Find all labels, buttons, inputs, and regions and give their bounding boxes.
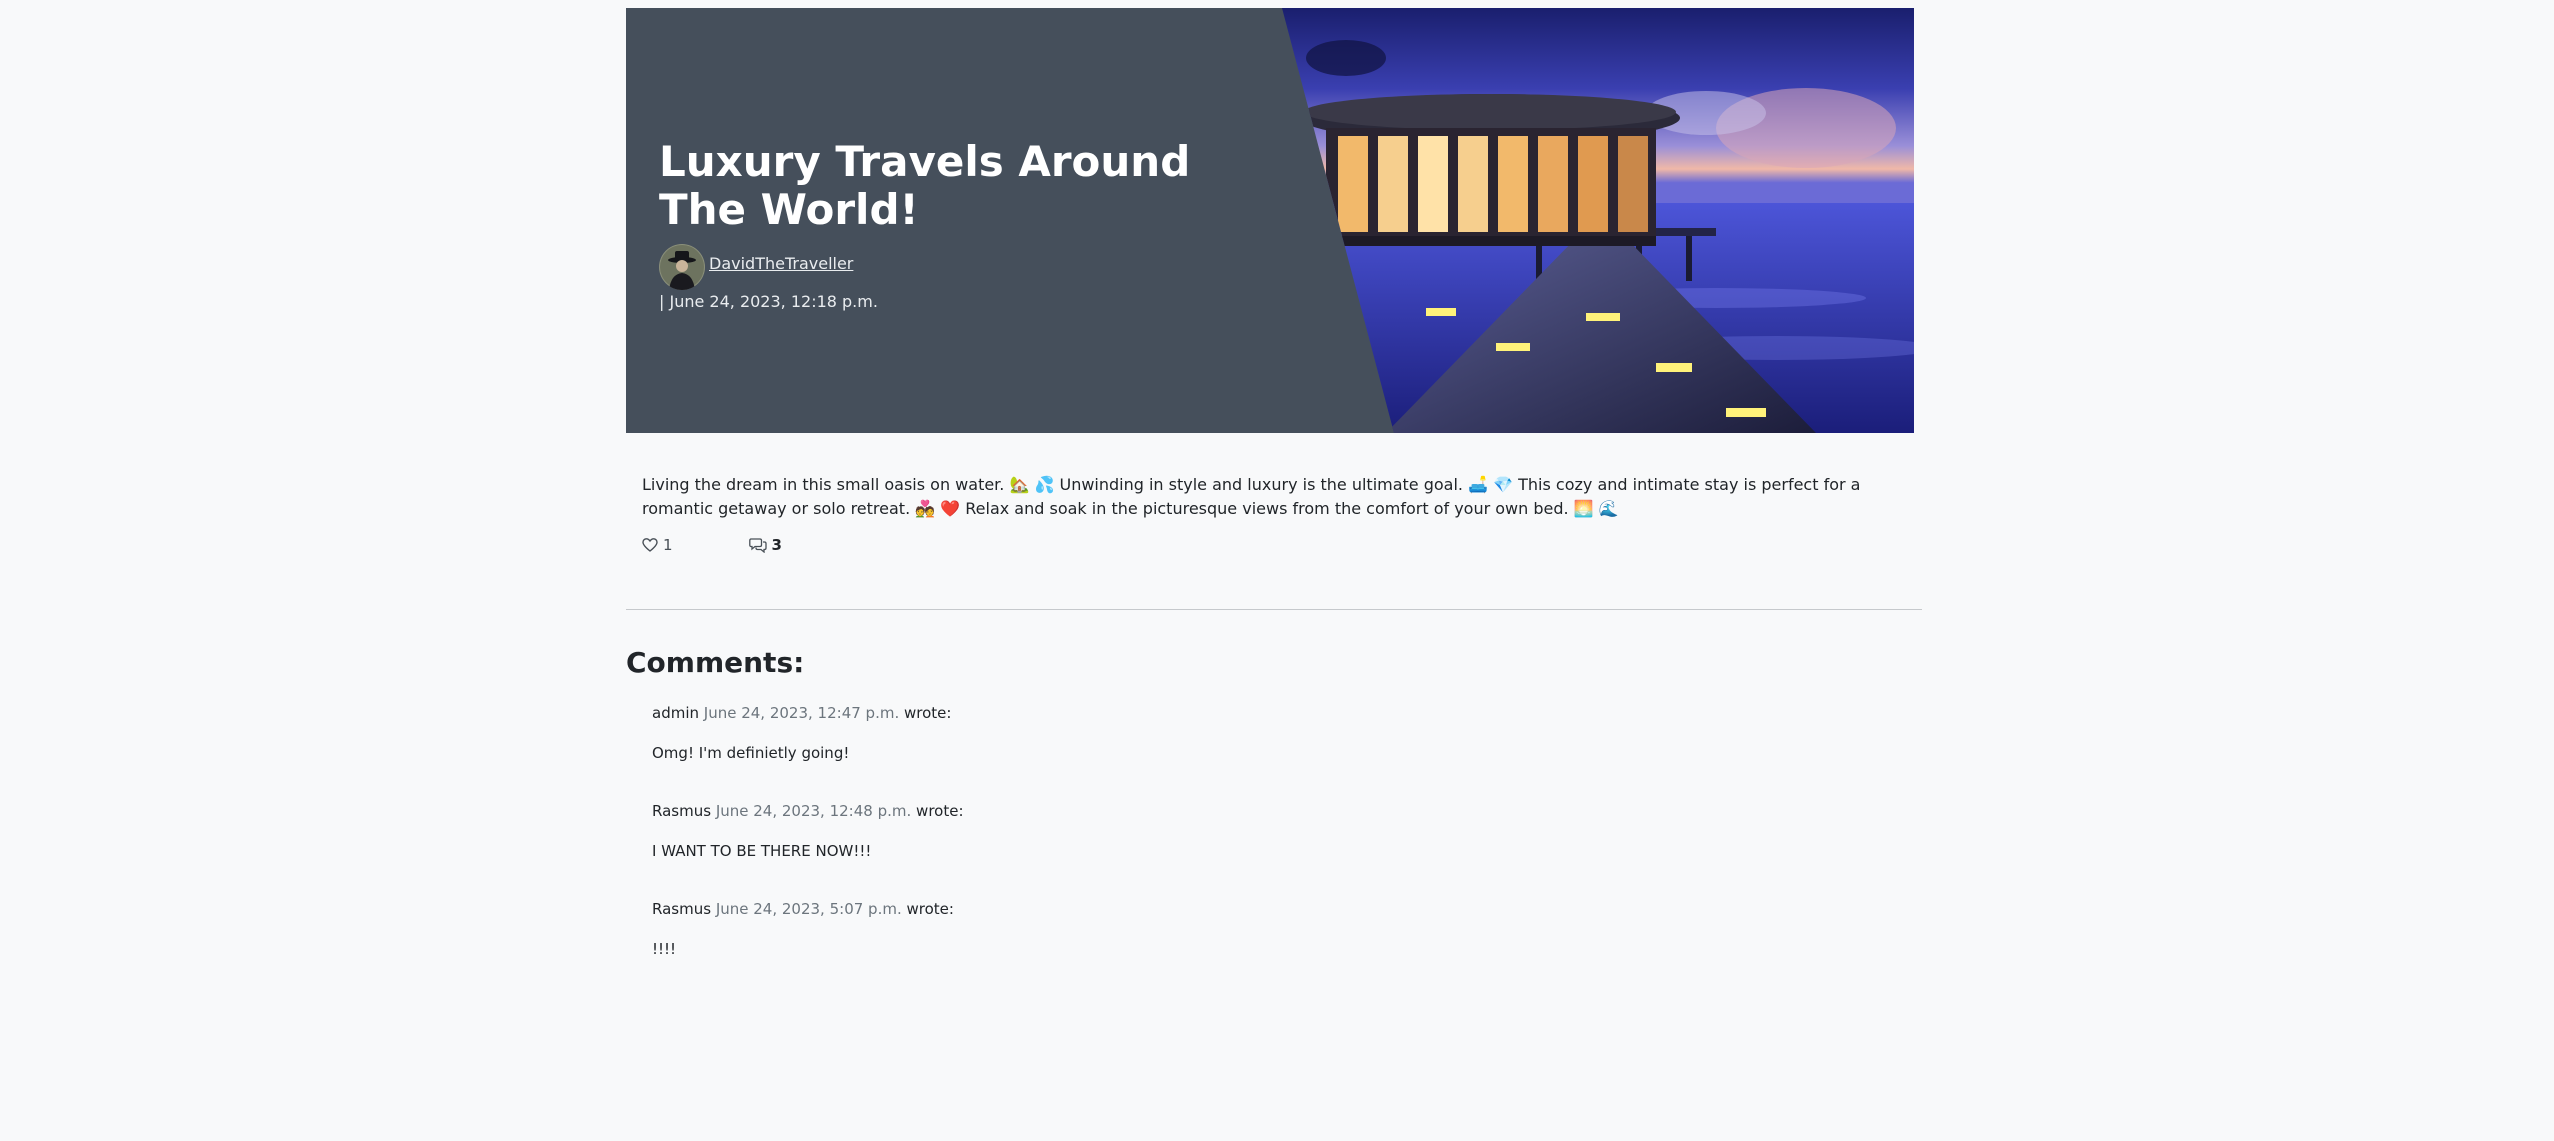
post-stats: 1 3 xyxy=(642,536,1898,554)
comment-author: Rasmus xyxy=(652,900,712,918)
chat-bubbles-icon xyxy=(748,538,767,553)
comment-author: Rasmus xyxy=(652,802,712,820)
post-date: | June 24, 2023, 12:18 p.m. xyxy=(659,292,878,311)
comment-text: Omg! I'm definietly going! xyxy=(652,744,850,762)
comment-text: I WANT TO BE THERE NOW!!! xyxy=(652,842,872,860)
hero-text-block: Luxury Travels Around The World! DavidTh… xyxy=(659,138,1219,311)
comment-item: Rasmus June 24, 2023, 12:48 p.m. wrote: … xyxy=(652,801,1914,861)
comments-heading: Comments: xyxy=(626,646,805,679)
comment-wrote-label: wrote: xyxy=(916,802,964,820)
comment-date: June 24, 2023, 5:07 p.m. xyxy=(715,900,902,918)
comment-meta: admin June 24, 2023, 12:47 p.m. wrote: xyxy=(652,703,1914,723)
comment-date: June 24, 2023, 12:48 p.m. xyxy=(715,802,912,820)
comment-wrote-label: wrote: xyxy=(906,900,954,918)
comments-button[interactable]: 3 xyxy=(748,536,782,554)
comment-item: admin June 24, 2023, 12:47 p.m. wrote: O… xyxy=(652,703,1914,763)
heart-icon xyxy=(642,538,658,552)
comment-item: Rasmus June 24, 2023, 5:07 p.m. wrote: !… xyxy=(652,899,1914,959)
post-description: Living the dream in this small oasis on … xyxy=(642,475,1861,518)
comment-text: !!!! xyxy=(652,940,677,958)
comment-author: admin xyxy=(652,704,699,722)
post-hero: Luxury Travels Around The World! DavidTh… xyxy=(626,8,1914,433)
comment-count: 3 xyxy=(771,536,782,554)
comment-list: admin June 24, 2023, 12:47 p.m. wrote: O… xyxy=(626,703,1914,959)
like-count: 1 xyxy=(663,536,673,554)
comment-date: June 24, 2023, 12:47 p.m. xyxy=(703,704,900,722)
section-divider xyxy=(626,609,1922,610)
author-avatar[interactable] xyxy=(659,244,705,290)
comment-meta: Rasmus June 24, 2023, 5:07 p.m. wrote: xyxy=(652,899,1914,919)
post-container: Luxury Travels Around The World! DavidTh… xyxy=(626,8,1922,997)
post-body: Living the dream in this small oasis on … xyxy=(626,473,1914,554)
author-row: DavidTheTraveller xyxy=(659,244,1219,290)
post-title: Luxury Travels Around The World! xyxy=(659,137,1191,234)
comment-wrote-label: wrote: xyxy=(904,704,952,722)
comment-meta: Rasmus June 24, 2023, 12:48 p.m. wrote: xyxy=(652,801,1914,821)
like-button[interactable]: 1 xyxy=(642,536,673,554)
author-link[interactable]: DavidTheTraveller xyxy=(709,254,853,273)
